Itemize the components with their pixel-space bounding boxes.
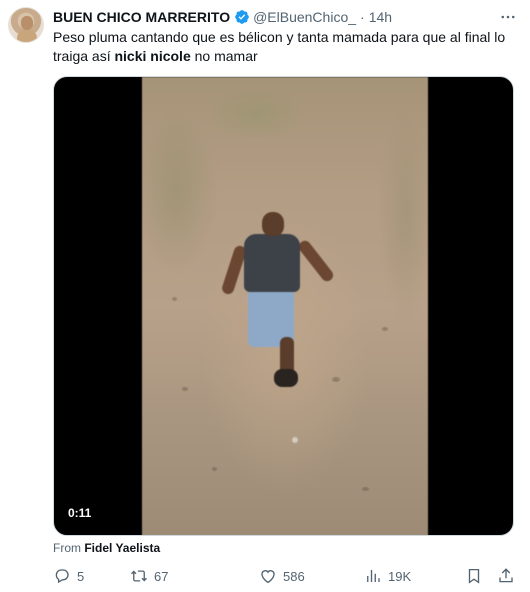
retweet-count: 67 xyxy=(154,568,169,584)
like-button[interactable]: 586 xyxy=(259,564,305,588)
avatar[interactable] xyxy=(8,7,44,43)
author-handle[interactable]: @ElBuenChico_ xyxy=(253,9,356,25)
tweet-text-part2: no mamar xyxy=(190,48,258,64)
view-count: 19K xyxy=(388,568,412,584)
person-arm xyxy=(296,238,336,284)
tweet-text-bold: nicki nicole xyxy=(114,48,191,64)
person-shirt xyxy=(244,234,300,292)
like-count: 586 xyxy=(283,568,305,584)
attribution-source[interactable]: Fidel Yaelista xyxy=(84,541,160,555)
share-icon xyxy=(499,568,513,583)
media-attribution: From Fidel Yaelista xyxy=(53,541,160,555)
video-duration: 0:11 xyxy=(62,503,98,523)
share-button[interactable] xyxy=(497,564,515,588)
attribution-prefix: From xyxy=(53,541,81,555)
video-frame[interactable] xyxy=(142,77,428,535)
bookmark-icon xyxy=(468,568,480,584)
tweet-text: Peso pluma cantando que es bélicon y tan… xyxy=(53,28,513,66)
tweet-header: BUEN CHICO MARRERITO @ElBuenChico_ · 14h xyxy=(53,8,392,26)
views-button[interactable]: 19K xyxy=(364,564,411,588)
views-icon xyxy=(367,570,380,582)
reply-button[interactable]: 5 xyxy=(53,564,84,588)
separator-dot: · xyxy=(360,9,365,25)
video-player[interactable]: 0:11 xyxy=(53,76,514,536)
reply-icon xyxy=(55,569,69,584)
retweet-icon xyxy=(131,570,147,582)
verified-badge-icon xyxy=(234,9,250,25)
tweet-actions: 5 67 586 19K xyxy=(53,564,515,588)
heart-icon xyxy=(261,570,275,584)
bookmark-button[interactable] xyxy=(465,564,483,588)
reply-count: 5 xyxy=(77,568,85,584)
timestamp[interactable]: 14h xyxy=(369,9,392,25)
tweet-card[interactable]: BUEN CHICO MARRERITO @ElBuenChico_ · 14h… xyxy=(0,0,530,592)
person-shoe xyxy=(274,369,298,387)
author-display-name[interactable]: BUEN CHICO MARRERITO xyxy=(53,9,230,25)
person-head xyxy=(262,212,284,236)
more-icon[interactable] xyxy=(498,8,518,26)
retweet-button[interactable]: 67 xyxy=(130,564,168,588)
